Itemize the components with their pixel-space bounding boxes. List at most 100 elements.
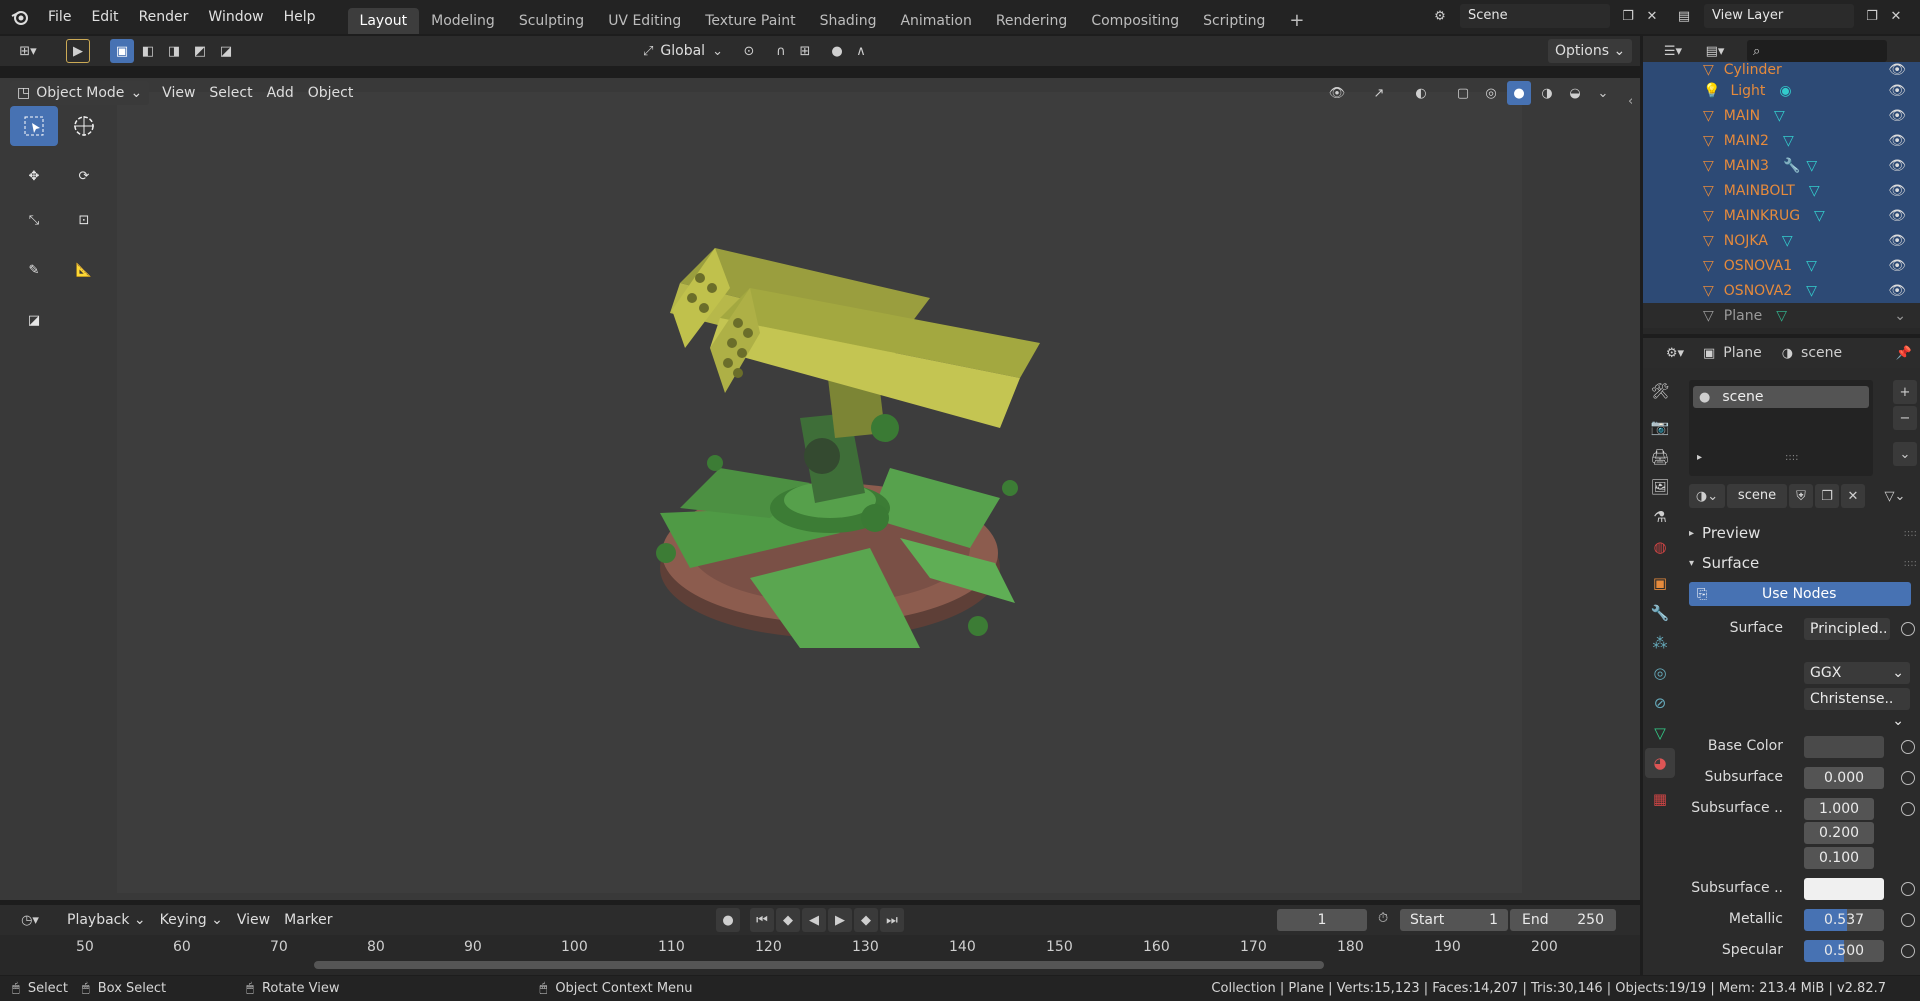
jump-start-icon[interactable]: ⏮ [750,908,774,932]
socket-link-icon[interactable] [1901,802,1915,816]
scale-tool-icon[interactable]: ⤡ [10,200,58,240]
wireframe-shading-icon[interactable]: ◎ [1479,81,1503,105]
pivot-icon[interactable]: ⊙ [737,39,761,63]
eye-icon[interactable]: 👁 [1888,183,1906,199]
particles-tab-icon[interactable]: ⁂ [1645,628,1675,658]
eye-icon[interactable]: 👁 [1888,208,1906,224]
unlink-material-icon[interactable]: ✕ [1841,484,1865,508]
delete-scene-icon[interactable]: ✕ [1640,4,1664,28]
outliner-row[interactable]: ▽ Plane ▽ ⌄ [1643,303,1920,328]
socket-link-icon[interactable] [1901,913,1915,927]
view-layer-tab-icon[interactable]: 🖼 [1645,472,1675,502]
physics-tab-icon[interactable]: ◎ [1645,658,1675,688]
pin-icon[interactable]: 📌 [1896,346,1912,361]
outliner-row[interactable]: ▽ MAIN2 ▽ 👁 [1643,128,1920,153]
transform-orientation[interactable]: ⤢ Global ⌄ [643,39,723,63]
keying-menu[interactable]: Keying ⌄ [153,908,230,932]
proportional-edit-icon[interactable]: ● [825,39,849,63]
new-material-icon[interactable]: ❐ [1815,484,1839,508]
current-frame-field[interactable]: 1 [1277,909,1367,931]
end-frame-field[interactable]: End 250 [1510,909,1616,931]
view-layer-field[interactable]: View Layer [1704,4,1854,28]
material-slot-item[interactable]: ● scene [1693,386,1869,408]
snap-target-icon[interactable]: ⊞ [793,39,817,63]
jump-end-icon[interactable]: ⏭ [880,908,904,932]
mode-extend-icon[interactable]: ◧ [136,39,160,63]
resize-handle-icon[interactable]: :::: [1785,452,1798,463]
timeline-editor-type-icon[interactable]: ◷▾ [12,908,48,932]
timeline-ruler[interactable]: 50 60 70 80 90 100 110 120 130 140 150 1… [0,935,1640,975]
scene-tab-icon[interactable]: ⚗ [1645,502,1675,532]
use-nodes-button[interactable]: ⎘ Use Nodes [1689,582,1911,606]
eye-icon[interactable]: 👁 [1888,83,1906,99]
outliner-row[interactable]: ▽ MAIN ▽ 👁 [1643,103,1920,128]
tool-tab-icon[interactable]: 🛠 [1645,376,1675,406]
annotate-tool-icon[interactable]: ✎ [10,250,58,290]
scene-name-field[interactable]: Scene [1460,4,1610,28]
menu-edit[interactable]: Edit [81,0,128,34]
outliner-row[interactable]: ▽ Cylinder 👁 [1643,62,1920,78]
socket-link-icon[interactable] [1901,771,1915,785]
select-tool-icon[interactable]: ▶ [66,39,90,63]
tab-sculpting[interactable]: Sculpting [507,8,596,34]
mode-subtract-icon[interactable]: ◨ [162,39,186,63]
editor-type-icon[interactable]: ⊞▾ [10,39,46,63]
menu-help[interactable]: Help [274,0,326,34]
properties-editor-type-icon[interactable]: ⚙▾ [1657,341,1693,365]
render-tab-icon[interactable]: 📷 [1645,412,1675,442]
record-icon[interactable]: ● [716,908,740,932]
remove-slot-icon[interactable]: − [1893,406,1917,430]
new-scene-icon[interactable]: ❐ [1616,4,1640,28]
view-layer-icon[interactable]: ▤ [1672,4,1696,28]
drag-handle-icon[interactable]: :::: [1904,528,1917,539]
tab-layout[interactable]: Layout [347,8,420,34]
world-tab-icon[interactable]: ◍ [1645,532,1675,562]
eye-icon[interactable]: 👁 [1888,108,1906,124]
tab-modeling[interactable]: Modeling [419,8,507,34]
menu-view[interactable]: View [155,81,202,105]
surface-shader-dropdown[interactable]: Principled.. [1804,618,1890,640]
specular-slider[interactable]: 0.500 [1804,940,1884,962]
outliner-row[interactable]: ▽ OSNOVA2 ▽ 👁 [1643,278,1920,303]
select-box-tool-icon[interactable] [10,106,58,146]
xray-icon[interactable]: ▢ [1451,81,1475,105]
socket-link-icon[interactable] [1901,944,1915,958]
snap-icon[interactable]: ∩ [769,39,793,63]
start-frame-field[interactable]: Start 1 [1400,909,1508,931]
new-view-layer-icon[interactable]: ❐ [1860,4,1884,28]
3d-viewport[interactable]: ◳ Object Mode ⌄ View Select Add Object 👁… [0,78,1640,900]
solid-shading-icon[interactable]: ● [1507,81,1531,105]
timeline-view-menu[interactable]: View [230,908,277,932]
scene-icon[interactable]: ⚙ [1428,4,1452,28]
measure-tool-icon[interactable]: 📐 [60,250,108,290]
rendered-shading-icon[interactable]: ◒ [1563,81,1587,105]
menu-object[interactable]: Object [301,81,361,105]
tab-scripting[interactable]: Scripting [1191,8,1277,34]
output-tab-icon[interactable]: 🖨 [1645,442,1675,472]
add-cube-tool-icon[interactable]: ◪ [10,300,58,340]
outliner-editor-type-icon[interactable]: ☰▾ [1655,39,1691,63]
move-tool-icon[interactable]: ✥ [10,156,58,196]
gizmo-icon[interactable]: ↗ [1367,81,1391,105]
cursor-tool-icon[interactable] [60,106,108,146]
modifier-tab-icon[interactable]: 🔧 [1645,598,1675,628]
surface-panel-header[interactable]: ▾ Surface :::: [1689,550,1917,576]
preview-panel-header[interactable]: ▸ Preview :::: [1689,520,1917,546]
menu-file[interactable]: File [38,0,81,34]
outliner-row[interactable]: ▽ NOJKA ▽ 👁 [1643,228,1920,253]
tab-shading[interactable]: Shading [808,8,889,34]
mode-intersect-icon[interactable]: ◪ [214,39,238,63]
options-dropdown[interactable]: Options ⌄ [1548,39,1633,63]
subsurface-color-swatch[interactable] [1804,878,1884,900]
sidebar-toggle-icon[interactable]: ‹ [1628,94,1633,109]
subsurface-radius-x[interactable]: 1.000 [1804,798,1874,820]
outliner-row[interactable]: ▽ MAINKRUG ▽ 👁 [1643,203,1920,228]
socket-link-icon[interactable] [1901,882,1915,896]
stopwatch-icon[interactable]: ⏱ [1378,911,1388,926]
chevron-down-icon[interactable]: ⌄ [1894,308,1906,324]
timeline-scrollbar[interactable] [314,961,1324,969]
distribution-dropdown[interactable]: GGX ⌄ [1804,662,1910,684]
outliner-search-input[interactable]: ⌕ [1747,40,1887,62]
socket-link-icon[interactable] [1901,622,1915,636]
prev-keyframe-icon[interactable]: ◆ [776,908,800,932]
